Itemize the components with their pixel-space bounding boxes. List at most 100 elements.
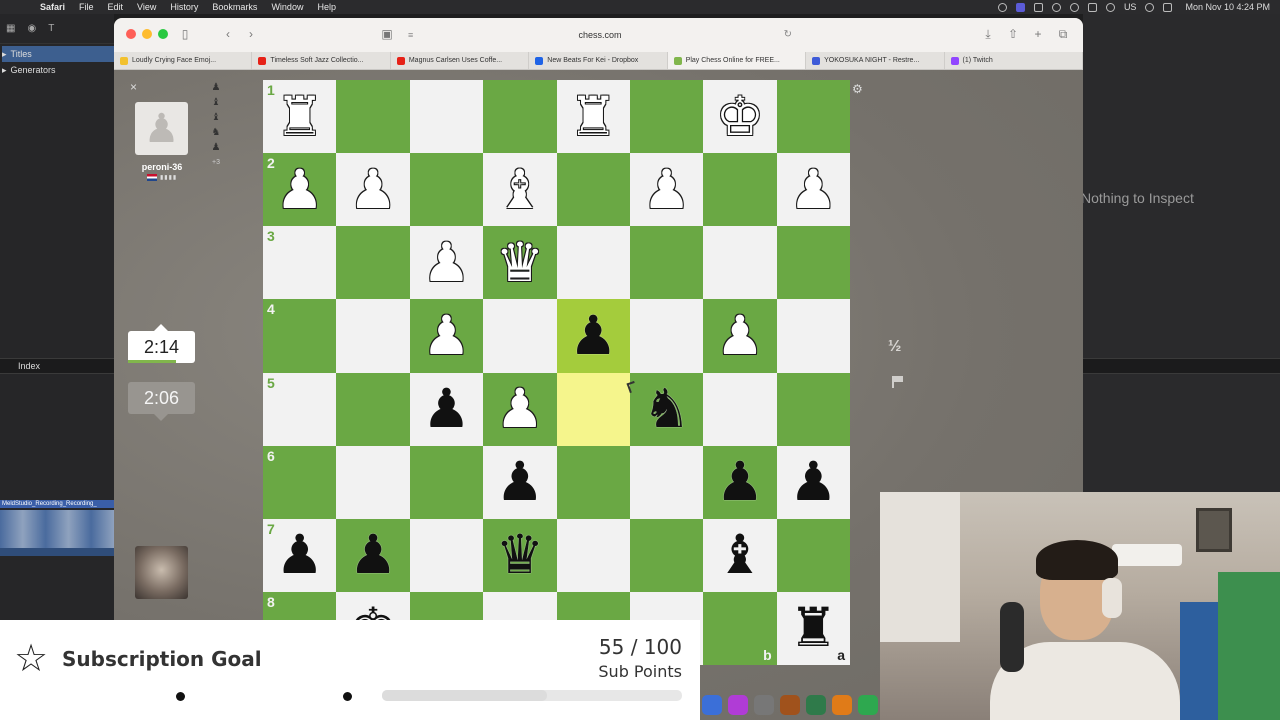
resign-flag-icon[interactable] [892, 376, 904, 388]
tree-item-generators[interactable]: ▸ Generators [2, 62, 114, 78]
menu-file[interactable]: File [79, 2, 94, 12]
board-square[interactable] [556, 153, 630, 227]
board-square[interactable] [703, 372, 777, 446]
wifi-icon[interactable] [1105, 2, 1115, 12]
white-bishop-icon[interactable]: ♝ [496, 162, 544, 217]
white-pawn-icon[interactable]: ♟ [275, 162, 323, 217]
menu-history[interactable]: History [170, 2, 198, 12]
tab-group-icon[interactable]: ▣ [380, 27, 394, 41]
board-square[interactable]: 1 ♜ [263, 80, 337, 154]
share-icon[interactable]: ⇧ [1006, 27, 1020, 41]
address-bar[interactable]: ≡ chess.com ↻ [400, 25, 800, 45]
gear-icon[interactable]: ⚙ [852, 82, 863, 96]
board-square[interactable] [483, 80, 557, 154]
board-square[interactable]: a ♜ [776, 591, 850, 665]
board-square[interactable]: ♟ [483, 372, 557, 446]
board-square[interactable] [336, 372, 410, 446]
board-square[interactable]: ♜ [556, 80, 630, 154]
board-square[interactable]: ♞ [629, 372, 704, 446]
black-queen-icon[interactable]: ♛ [496, 528, 544, 582]
white-queen-icon[interactable]: ♛ [496, 235, 544, 290]
board-square[interactable] [483, 299, 557, 373]
board-square[interactable]: 7 ♟ [263, 518, 337, 592]
bluetooth-icon[interactable] [1051, 2, 1061, 12]
control-center-icon[interactable] [1163, 2, 1173, 12]
white-rook-icon[interactable]: ♜ [569, 89, 617, 144]
menu-bookmarks[interactable]: Bookmarks [212, 2, 257, 12]
timeline-clip[interactable] [0, 510, 114, 548]
board-square[interactable]: ♛ [483, 226, 557, 300]
board-square[interactable]: ♟ [409, 226, 484, 300]
black-pawn-icon[interactable]: ♟ [275, 528, 323, 582]
board-square[interactable]: ♟ [409, 299, 484, 373]
board-square[interactable] [629, 299, 704, 373]
black-knight-icon[interactable]: ♞ [642, 382, 690, 436]
board-square[interactable] [776, 80, 850, 154]
white-king-icon[interactable]: ♚ [716, 89, 764, 144]
menu-view[interactable]: View [137, 2, 156, 12]
tree-item-titles[interactable]: ▸ Titles [2, 46, 114, 62]
menu-help[interactable]: Help [317, 2, 336, 12]
board-square[interactable]: ♟ [483, 445, 557, 519]
board-square[interactable] [703, 226, 777, 300]
board-square[interactable] [629, 226, 704, 300]
menu-window[interactable]: Window [271, 2, 303, 12]
board-square[interactable] [336, 299, 410, 373]
board-square[interactable]: 5 [263, 372, 337, 446]
browser-tab[interactable]: (1) Twitch [945, 52, 1083, 69]
new-tab-icon[interactable]: + [1031, 27, 1045, 41]
board-square[interactable] [556, 226, 630, 300]
board-square[interactable]: 3 [263, 226, 337, 300]
board-square[interactable]: ♚ [703, 80, 777, 154]
menu-edit[interactable]: Edit [108, 2, 124, 12]
board-square[interactable] [776, 226, 850, 300]
board-square[interactable] [409, 153, 484, 227]
board-square[interactable]: ♟ [703, 299, 777, 373]
board-square[interactable] [336, 80, 410, 154]
board-square[interactable]: ♟ [336, 518, 410, 592]
zoom-window-button[interactable] [158, 29, 168, 39]
index-button[interactable]: Index [0, 358, 114, 374]
board-square[interactable]: ♟ [409, 372, 484, 446]
white-pawn-icon[interactable]: ♟ [496, 382, 544, 436]
dock-app-icon[interactable] [780, 695, 800, 715]
board-square[interactable]: ♟ [776, 153, 850, 227]
white-pawn-icon[interactable]: ♟ [422, 235, 470, 290]
board-square[interactable]: 6 [263, 445, 337, 519]
player-avatar[interactable] [135, 546, 188, 599]
board-square[interactable]: ♟ [776, 445, 850, 519]
board-square[interactable]: ♝ [483, 153, 557, 227]
dock-app-icon[interactable] [832, 695, 852, 715]
black-rook-icon[interactable]: ♜ [789, 601, 837, 655]
browser-tab[interactable]: New Beats For Kei - Dropbox [529, 52, 668, 69]
opponent-name[interactable]: peroni-36 [132, 162, 192, 172]
board-square[interactable] [629, 518, 704, 592]
board-square[interactable]: 2 ♟ [263, 153, 337, 227]
browser-tab[interactable]: Play Chess Online for FREE... [667, 52, 807, 69]
white-pawn-icon[interactable]: ♟ [422, 308, 470, 363]
board-square[interactable]: ♟ [703, 445, 777, 519]
download-icon[interactable]: ⤓ [981, 27, 995, 41]
black-pawn-icon[interactable]: ♟ [716, 455, 764, 509]
black-pawn-icon[interactable]: ♟ [789, 455, 837, 509]
sidebar-toggle-icon[interactable]: ▯ [178, 27, 192, 41]
close-window-button[interactable] [126, 29, 136, 39]
browser-tab[interactable]: Timeless Soft Jazz Collectio... [252, 52, 391, 69]
black-bishop-icon[interactable]: ♝ [716, 528, 764, 582]
stage-manager-icon[interactable] [1015, 2, 1025, 12]
battery-icon[interactable] [1087, 2, 1097, 12]
dock-app-icon[interactable] [728, 695, 748, 715]
dock-app-icon[interactable] [702, 695, 722, 715]
board-square[interactable] [556, 445, 630, 519]
close-icon[interactable]: × [130, 80, 137, 94]
board-square[interactable] [409, 445, 484, 519]
white-rook-icon[interactable]: ♜ [275, 89, 323, 144]
board-square[interactable]: ♟ [556, 299, 630, 373]
board-square[interactable]: b [703, 591, 777, 665]
board-square[interactable] [776, 372, 850, 446]
status-icon[interactable] [997, 2, 1007, 12]
board-square[interactable] [629, 80, 704, 154]
keyboard-layout[interactable]: US [1124, 2, 1137, 12]
board-square[interactable] [556, 518, 630, 592]
board-square[interactable] [629, 445, 704, 519]
